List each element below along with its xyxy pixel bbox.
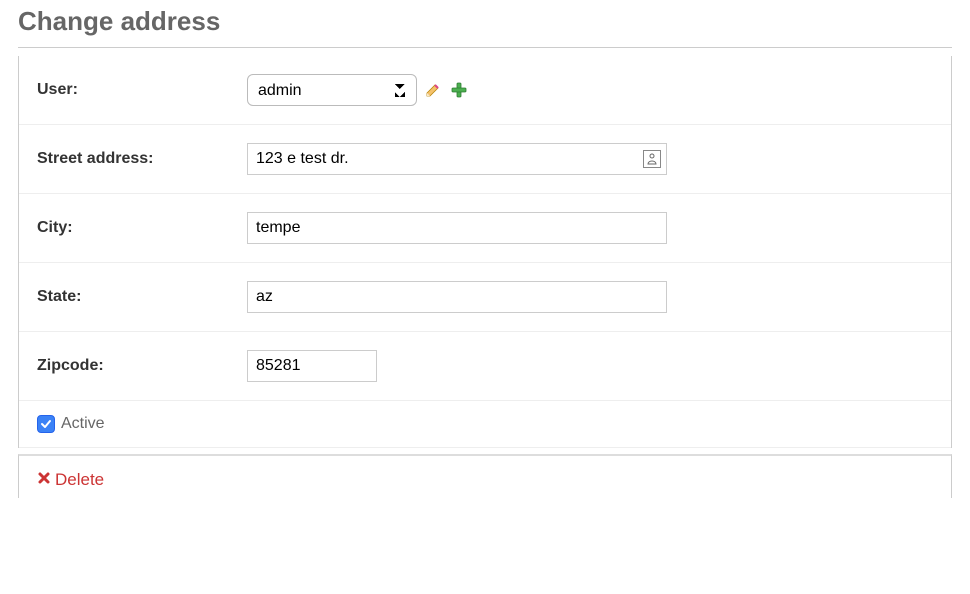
row-active: Active	[19, 401, 951, 448]
add-icon[interactable]	[449, 80, 469, 100]
contact-icon[interactable]	[643, 150, 661, 168]
street-label: Street address:	[37, 150, 247, 168]
state-label: State:	[37, 288, 247, 306]
state-input[interactable]	[247, 281, 667, 313]
city-label: City:	[37, 219, 247, 237]
page-title: Change address	[18, 0, 952, 48]
row-zipcode: Zipcode:	[19, 332, 951, 401]
delete-icon	[37, 470, 51, 490]
user-label: User:	[37, 81, 247, 99]
row-street: Street address:	[19, 125, 951, 194]
form-module: User: admin Street address:	[18, 56, 952, 448]
user-select[interactable]: admin	[247, 74, 417, 106]
delete-label: Delete	[55, 470, 104, 490]
row-user: User: admin	[19, 56, 951, 125]
active-label: Active	[61, 415, 105, 433]
row-state: State:	[19, 263, 951, 332]
active-checkbox[interactable]	[37, 415, 55, 433]
edit-icon[interactable]	[423, 80, 443, 100]
row-city: City:	[19, 194, 951, 263]
zipcode-label: Zipcode:	[37, 357, 247, 375]
city-input[interactable]	[247, 212, 667, 244]
zipcode-input[interactable]	[247, 350, 377, 382]
street-input[interactable]	[247, 143, 667, 175]
delete-link[interactable]: Delete	[37, 470, 104, 490]
submit-row: Delete	[18, 454, 952, 498]
